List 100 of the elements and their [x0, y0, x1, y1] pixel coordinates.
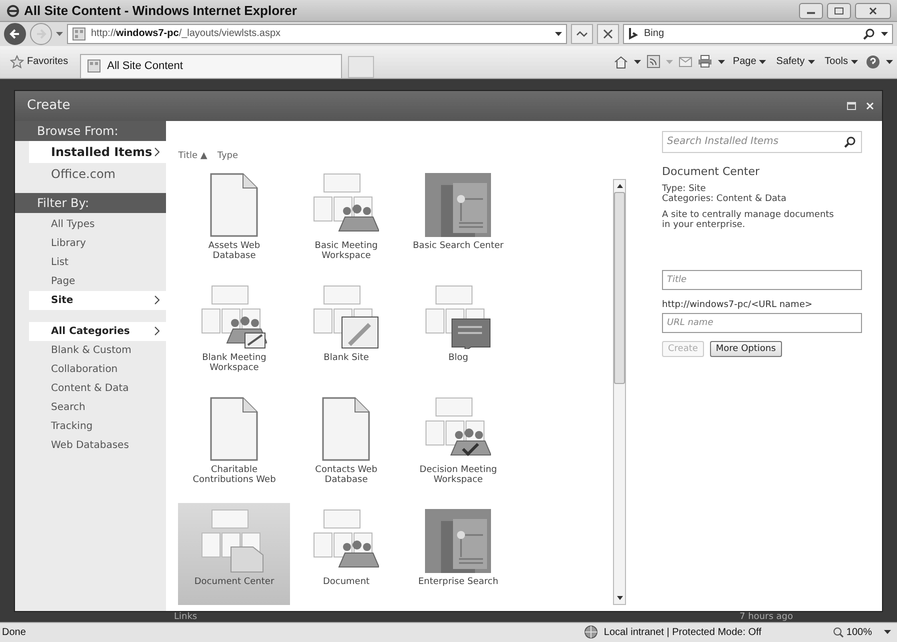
- restore-icon: [834, 6, 844, 15]
- dropdown-arrow-icon[interactable]: [886, 60, 893, 64]
- chevron-right-icon: [154, 326, 160, 336]
- minimize-button[interactable]: [799, 2, 823, 19]
- template-name: Document Center: [662, 164, 761, 178]
- site-with-meeting-table-icon: [201, 284, 268, 349]
- feed-icon[interactable]: [646, 55, 660, 68]
- template-tile[interactable]: Blank Site: [290, 278, 402, 391]
- template-categories: Categories: Content & Data: [662, 194, 788, 204]
- browse-source-item[interactable]: Office.com: [29, 162, 166, 185]
- template-tile[interactable]: Assets Web Database: [178, 166, 290, 279]
- status-text: Done: [2, 626, 26, 638]
- dropdown-arrow-icon[interactable]: [718, 60, 725, 64]
- category-filter-item[interactable]: Tracking: [29, 416, 166, 436]
- close-icon[interactable]: [866, 102, 874, 110]
- template-tile[interactable]: Document: [290, 502, 402, 605]
- template-tile[interactable]: Blank Meeting Workspace: [178, 278, 290, 391]
- template-tile[interactable]: Basic Meeting Workspace: [290, 166, 402, 279]
- back-button[interactable]: [4, 22, 26, 45]
- category-filter-item[interactable]: Search: [29, 398, 166, 417]
- window-title: All Site Content - Windows Internet Explorer: [24, 3, 297, 18]
- search-field[interactable]: Search Installed Items: [662, 130, 862, 153]
- url-label: http://windows7-pc/<URL name>: [662, 300, 814, 310]
- scrollbar-thumb[interactable]: [614, 192, 625, 384]
- site-with-pencil-icon: [313, 284, 380, 349]
- section-header: Filter By:: [15, 192, 166, 213]
- command-menu[interactable]: Safety: [774, 56, 817, 68]
- command-menu[interactable]: Tools: [822, 56, 860, 68]
- dropdown-arrow-icon: [808, 60, 815, 64]
- home-icon[interactable]: [614, 54, 628, 69]
- template-description: A site to centrally manage documents in your enterprise.: [662, 210, 835, 230]
- search-icon[interactable]: [844, 136, 856, 148]
- blank-document-icon: [322, 396, 370, 461]
- type-filter-item[interactable]: All Types: [29, 214, 166, 234]
- type-filter-item[interactable]: Page: [29, 272, 166, 291]
- maximize-button[interactable]: [827, 2, 851, 19]
- page-icon: [72, 26, 86, 41]
- search-field[interactable]: Bing: [623, 24, 893, 44]
- dropdown-arrow-icon[interactable]: [634, 60, 641, 64]
- dropdown-arrow-icon[interactable]: [555, 32, 562, 36]
- dropdown-arrow-icon: [759, 60, 766, 64]
- category-filter-item[interactable]: Blank & Custom: [29, 340, 166, 360]
- zoom-button[interactable]: 100%: [827, 626, 878, 639]
- globe-icon: [584, 625, 598, 640]
- dialog-title: Create: [27, 98, 70, 114]
- site-with-speech-bubble-icon: [425, 284, 492, 349]
- background-timestamp: 7 hours ago: [740, 612, 793, 622]
- close-button[interactable]: [855, 2, 891, 19]
- refresh-button[interactable]: [571, 24, 593, 44]
- maximize-icon[interactable]: [847, 102, 856, 110]
- category-filter-item[interactable]: Content & Data: [29, 378, 166, 398]
- search-icon[interactable]: [863, 28, 875, 40]
- sort-by-type-link[interactable]: Type: [217, 150, 238, 161]
- browse-source-item[interactable]: Installed Items: [29, 140, 166, 163]
- template-type: Type: Site: [662, 184, 706, 194]
- category-filter-item[interactable]: All Categories: [29, 322, 166, 341]
- stop-icon: [603, 28, 613, 39]
- category-filter-item[interactable]: Web Databases: [29, 436, 166, 455]
- address-field[interactable]: http://windows7-pc/_layouts/viewlsts.aspx: [67, 24, 567, 44]
- command-menu[interactable]: Page: [730, 56, 768, 68]
- template-tile[interactable]: Charitable Contributions Web: [178, 390, 290, 503]
- dropdown-arrow-icon[interactable]: [884, 630, 891, 634]
- stop-button[interactable]: [597, 24, 619, 44]
- template-tile[interactable]: Blog: [402, 278, 514, 391]
- help-icon[interactable]: [866, 54, 880, 69]
- browser-logo-icon: [6, 4, 20, 18]
- template-tile[interactable]: Document Center: [178, 502, 290, 605]
- more-options-button[interactable]: More Options: [710, 340, 782, 357]
- scroll-down-arrow-icon[interactable]: [616, 596, 622, 600]
- dropdown-arrow-icon: [851, 60, 858, 64]
- blank-document-icon: [210, 396, 258, 461]
- section-header: Browse From:: [15, 120, 166, 141]
- search-engine-logo-icon: [628, 27, 638, 40]
- template-tile[interactable]: Basic Search Center: [402, 166, 514, 279]
- sort-by-title-link[interactable]: Title ▲: [178, 150, 208, 161]
- template-tile[interactable]: Enterprise Search: [402, 502, 514, 605]
- favorites-button[interactable]: Favorites: [4, 54, 74, 70]
- page-icon: [87, 59, 102, 74]
- back-arrow-icon: [9, 28, 21, 40]
- forward-arrow-icon: [35, 28, 47, 40]
- security-zone-text: Local intranet | Protected Mode: Off: [604, 626, 762, 638]
- dropdown-arrow-icon[interactable]: [881, 32, 888, 36]
- title-field[interactable]: Title: [662, 270, 862, 290]
- url-name-field[interactable]: URL name: [662, 312, 862, 333]
- type-filter-item[interactable]: List: [29, 252, 166, 272]
- category-filter-item[interactable]: Collaboration: [29, 360, 166, 379]
- chevron-right-icon: [154, 295, 160, 306]
- template-tile[interactable]: Contacts Web Database: [290, 390, 402, 503]
- type-filter-item[interactable]: Site: [29, 290, 166, 310]
- star-icon: [10, 54, 24, 69]
- blank-document-icon: [210, 172, 258, 237]
- browser-tab[interactable]: All Site Content: [80, 54, 342, 78]
- chevron-right-icon: [154, 146, 160, 157]
- magnifier-icon: [833, 626, 844, 638]
- close-icon: [868, 6, 878, 15]
- scroll-up-arrow-icon[interactable]: [616, 184, 622, 188]
- type-filter-item[interactable]: Library: [29, 234, 166, 253]
- template-tile[interactable]: Decision Meeting Workspace: [402, 390, 514, 503]
- vertical-scrollbar[interactable]: [613, 178, 626, 605]
- printer-icon[interactable]: [698, 55, 712, 68]
